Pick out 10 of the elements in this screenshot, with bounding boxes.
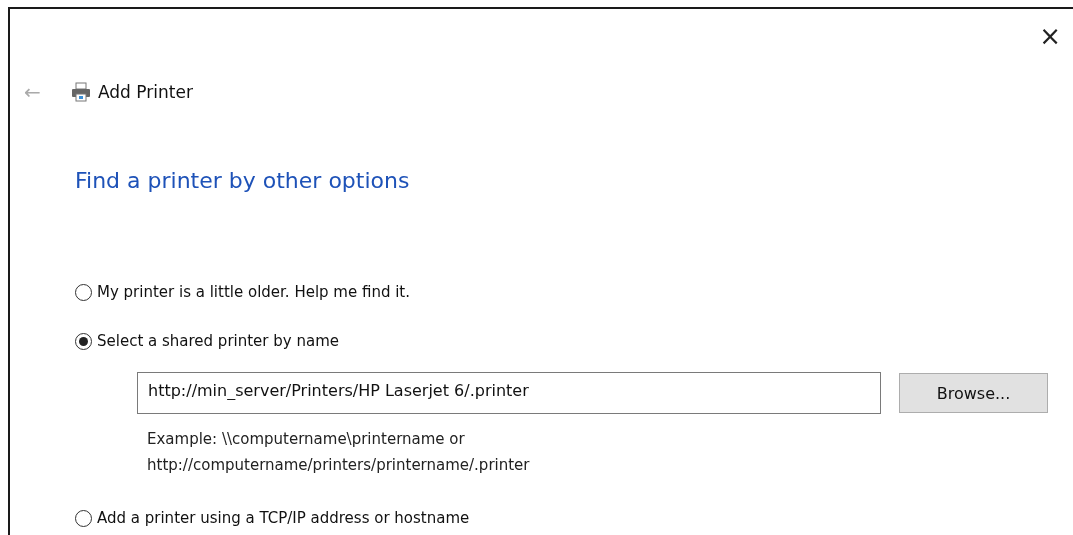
printer-path-field[interactable]: http://min_server/Printers/HP Laserjet 6/.printer bbox=[137, 372, 881, 414]
printer-icon bbox=[70, 81, 92, 103]
close-button[interactable]: × bbox=[1039, 23, 1061, 53]
option-label[interactable]: Select a shared printer by name bbox=[97, 332, 339, 350]
example-text: Example: \\computername\printername or http://computername/printers/printername/.printer bbox=[147, 429, 531, 476]
page-heading: Find a printer by other options bbox=[75, 168, 411, 193]
option-label[interactable]: My printer is a little older. Help me find it. bbox=[97, 283, 411, 301]
window-title: Add Printer bbox=[98, 82, 193, 102]
browse-button[interactable]: Browse... bbox=[899, 373, 1048, 413]
option-label[interactable]: Add a printer using a TCP/IP address or hostname bbox=[97, 509, 470, 527]
